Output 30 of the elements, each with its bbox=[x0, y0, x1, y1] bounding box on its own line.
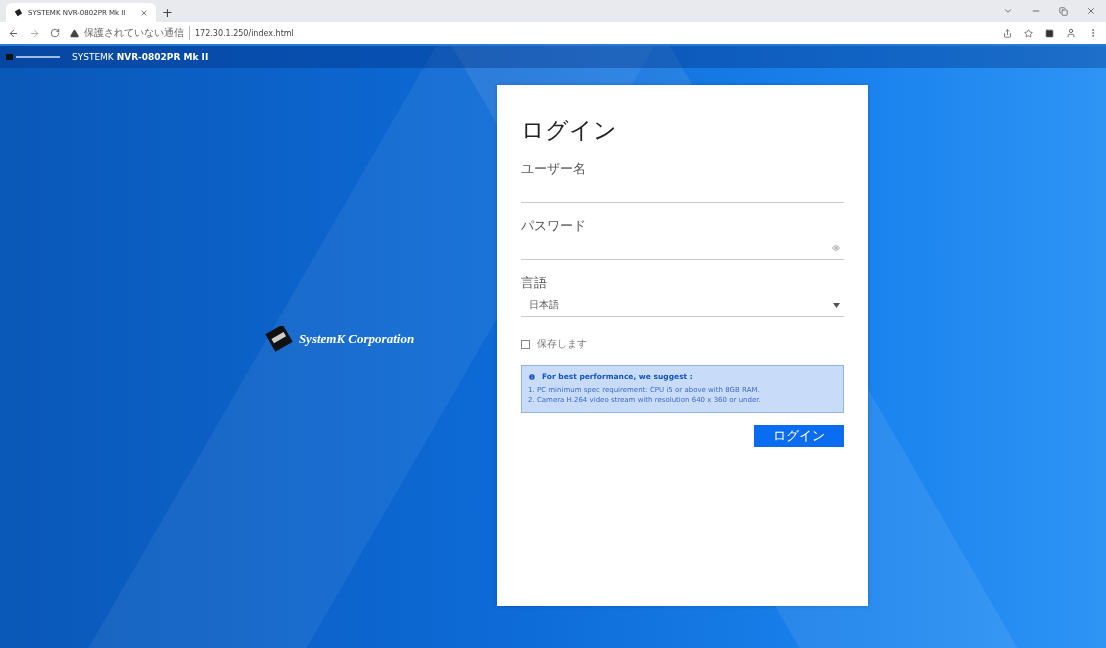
back-icon[interactable] bbox=[8, 27, 19, 39]
chevron-down-icon[interactable] bbox=[1003, 6, 1013, 16]
restore-icon[interactable] bbox=[1059, 6, 1068, 16]
product-title: SYSTEMK NVR-0802PR Mk II bbox=[72, 52, 209, 62]
reload-icon[interactable] bbox=[50, 28, 60, 38]
new-tab-button[interactable]: + bbox=[162, 3, 173, 22]
share-icon[interactable] bbox=[1003, 28, 1012, 38]
checkbox-label: 保存します bbox=[537, 337, 587, 351]
dropdown-arrow-icon bbox=[833, 302, 840, 308]
forward-icon[interactable] bbox=[29, 27, 40, 39]
field-label: パスワード bbox=[521, 217, 587, 235]
warning-icon[interactable] bbox=[70, 28, 79, 38]
checkbox[interactable] bbox=[521, 339, 530, 349]
language-select[interactable]: 日本語 bbox=[521, 294, 844, 317]
bookmark-star-icon[interactable] bbox=[1024, 28, 1033, 38]
profile-icon[interactable] bbox=[1066, 28, 1076, 38]
security-warning[interactable]: 保護されていない通信 bbox=[84, 26, 190, 40]
field-label: ユーザー名 bbox=[521, 160, 587, 178]
close-icon[interactable] bbox=[140, 8, 148, 17]
login-title: ログイン bbox=[521, 116, 618, 145]
url-text[interactable]: 172.30.1.250/index.html bbox=[195, 28, 294, 38]
site-icon bbox=[14, 8, 23, 17]
login-button[interactable]: ログイン bbox=[754, 425, 844, 447]
field-label: 言語 bbox=[521, 274, 548, 292]
info-icon bbox=[528, 372, 536, 381]
eye-icon[interactable] bbox=[832, 244, 840, 252]
close-icon[interactable] bbox=[1086, 6, 1096, 16]
side-panel-icon[interactable] bbox=[1045, 28, 1054, 38]
brand-name: SystemK Corporation bbox=[298, 330, 415, 347]
logo-icon bbox=[262, 325, 295, 352]
